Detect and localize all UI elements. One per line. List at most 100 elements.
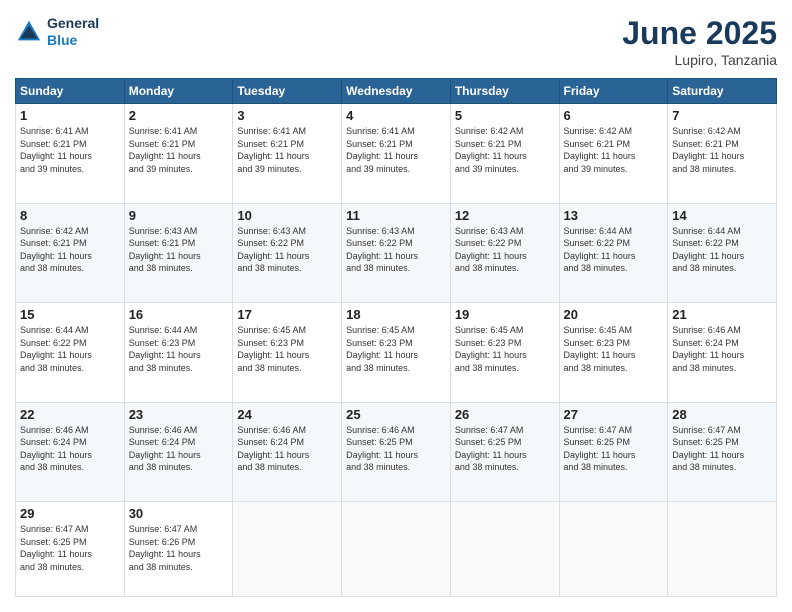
day-info: Sunrise: 6:42 AMSunset: 6:21 PMDaylight:… bbox=[20, 225, 120, 275]
table-row: 27 Sunrise: 6:47 AMSunset: 6:25 PMDaylig… bbox=[559, 402, 668, 502]
calendar-header-row: Sunday Monday Tuesday Wednesday Thursday… bbox=[16, 79, 777, 104]
table-row: 29 Sunrise: 6:47 AMSunset: 6:25 PMDaylig… bbox=[16, 502, 125, 597]
col-saturday: Saturday bbox=[668, 79, 777, 104]
day-number: 7 bbox=[672, 108, 772, 123]
table-row: 15 Sunrise: 6:44 AMSunset: 6:22 PMDaylig… bbox=[16, 303, 125, 403]
day-number: 21 bbox=[672, 307, 772, 322]
table-row bbox=[342, 502, 451, 597]
logo: General Blue bbox=[15, 15, 99, 49]
col-monday: Monday bbox=[124, 79, 233, 104]
day-info: Sunrise: 6:44 AMSunset: 6:22 PMDaylight:… bbox=[564, 225, 664, 275]
day-number: 15 bbox=[20, 307, 120, 322]
day-number: 16 bbox=[129, 307, 229, 322]
table-row: 11 Sunrise: 6:43 AMSunset: 6:22 PMDaylig… bbox=[342, 203, 451, 303]
day-info: Sunrise: 6:41 AMSunset: 6:21 PMDaylight:… bbox=[237, 125, 337, 175]
table-row: 16 Sunrise: 6:44 AMSunset: 6:23 PMDaylig… bbox=[124, 303, 233, 403]
table-row: 5 Sunrise: 6:42 AMSunset: 6:21 PMDayligh… bbox=[450, 104, 559, 204]
table-row: 18 Sunrise: 6:45 AMSunset: 6:23 PMDaylig… bbox=[342, 303, 451, 403]
day-number: 9 bbox=[129, 208, 229, 223]
day-number: 30 bbox=[129, 506, 229, 521]
day-info: Sunrise: 6:47 AMSunset: 6:25 PMDaylight:… bbox=[20, 523, 120, 573]
day-info: Sunrise: 6:47 AMSunset: 6:26 PMDaylight:… bbox=[129, 523, 229, 573]
day-info: Sunrise: 6:46 AMSunset: 6:24 PMDaylight:… bbox=[20, 424, 120, 474]
table-row: 13 Sunrise: 6:44 AMSunset: 6:22 PMDaylig… bbox=[559, 203, 668, 303]
table-row: 30 Sunrise: 6:47 AMSunset: 6:26 PMDaylig… bbox=[124, 502, 233, 597]
day-number: 8 bbox=[20, 208, 120, 223]
table-row: 7 Sunrise: 6:42 AMSunset: 6:21 PMDayligh… bbox=[668, 104, 777, 204]
day-number: 11 bbox=[346, 208, 446, 223]
table-row: 21 Sunrise: 6:46 AMSunset: 6:24 PMDaylig… bbox=[668, 303, 777, 403]
day-info: Sunrise: 6:46 AMSunset: 6:24 PMDaylight:… bbox=[129, 424, 229, 474]
day-number: 17 bbox=[237, 307, 337, 322]
col-wednesday: Wednesday bbox=[342, 79, 451, 104]
day-info: Sunrise: 6:44 AMSunset: 6:22 PMDaylight:… bbox=[672, 225, 772, 275]
table-row: 4 Sunrise: 6:41 AMSunset: 6:21 PMDayligh… bbox=[342, 104, 451, 204]
table-row: 10 Sunrise: 6:43 AMSunset: 6:22 PMDaylig… bbox=[233, 203, 342, 303]
day-info: Sunrise: 6:46 AMSunset: 6:25 PMDaylight:… bbox=[346, 424, 446, 474]
col-friday: Friday bbox=[559, 79, 668, 104]
table-row: 17 Sunrise: 6:45 AMSunset: 6:23 PMDaylig… bbox=[233, 303, 342, 403]
day-info: Sunrise: 6:42 AMSunset: 6:21 PMDaylight:… bbox=[455, 125, 555, 175]
day-number: 2 bbox=[129, 108, 229, 123]
col-tuesday: Tuesday bbox=[233, 79, 342, 104]
day-number: 3 bbox=[237, 108, 337, 123]
col-sunday: Sunday bbox=[16, 79, 125, 104]
day-info: Sunrise: 6:41 AMSunset: 6:21 PMDaylight:… bbox=[129, 125, 229, 175]
day-info: Sunrise: 6:46 AMSunset: 6:24 PMDaylight:… bbox=[672, 324, 772, 374]
day-number: 12 bbox=[455, 208, 555, 223]
day-number: 24 bbox=[237, 407, 337, 422]
table-row: 12 Sunrise: 6:43 AMSunset: 6:22 PMDaylig… bbox=[450, 203, 559, 303]
day-number: 29 bbox=[20, 506, 120, 521]
day-info: Sunrise: 6:41 AMSunset: 6:21 PMDaylight:… bbox=[346, 125, 446, 175]
day-info: Sunrise: 6:43 AMSunset: 6:22 PMDaylight:… bbox=[346, 225, 446, 275]
table-row: 1 Sunrise: 6:41 AMSunset: 6:21 PMDayligh… bbox=[16, 104, 125, 204]
title-area: June 2025 Lupiro, Tanzania bbox=[622, 15, 777, 68]
day-number: 5 bbox=[455, 108, 555, 123]
day-number: 4 bbox=[346, 108, 446, 123]
day-number: 1 bbox=[20, 108, 120, 123]
day-number: 14 bbox=[672, 208, 772, 223]
table-row: 28 Sunrise: 6:47 AMSunset: 6:25 PMDaylig… bbox=[668, 402, 777, 502]
table-row bbox=[668, 502, 777, 597]
logo-text: General Blue bbox=[47, 15, 99, 49]
table-row: 25 Sunrise: 6:46 AMSunset: 6:25 PMDaylig… bbox=[342, 402, 451, 502]
day-info: Sunrise: 6:45 AMSunset: 6:23 PMDaylight:… bbox=[346, 324, 446, 374]
table-row bbox=[450, 502, 559, 597]
day-number: 20 bbox=[564, 307, 664, 322]
table-row: 2 Sunrise: 6:41 AMSunset: 6:21 PMDayligh… bbox=[124, 104, 233, 204]
table-row: 26 Sunrise: 6:47 AMSunset: 6:25 PMDaylig… bbox=[450, 402, 559, 502]
day-number: 6 bbox=[564, 108, 664, 123]
day-number: 19 bbox=[455, 307, 555, 322]
table-row: 19 Sunrise: 6:45 AMSunset: 6:23 PMDaylig… bbox=[450, 303, 559, 403]
table-row bbox=[559, 502, 668, 597]
day-info: Sunrise: 6:45 AMSunset: 6:23 PMDaylight:… bbox=[455, 324, 555, 374]
day-number: 25 bbox=[346, 407, 446, 422]
table-row: 23 Sunrise: 6:46 AMSunset: 6:24 PMDaylig… bbox=[124, 402, 233, 502]
table-row: 9 Sunrise: 6:43 AMSunset: 6:21 PMDayligh… bbox=[124, 203, 233, 303]
table-row: 8 Sunrise: 6:42 AMSunset: 6:21 PMDayligh… bbox=[16, 203, 125, 303]
day-info: Sunrise: 6:45 AMSunset: 6:23 PMDaylight:… bbox=[564, 324, 664, 374]
header: General Blue June 2025 Lupiro, Tanzania bbox=[15, 15, 777, 68]
month-title: June 2025 bbox=[622, 15, 777, 52]
day-info: Sunrise: 6:47 AMSunset: 6:25 PMDaylight:… bbox=[672, 424, 772, 474]
day-number: 28 bbox=[672, 407, 772, 422]
day-info: Sunrise: 6:47 AMSunset: 6:25 PMDaylight:… bbox=[455, 424, 555, 474]
day-info: Sunrise: 6:41 AMSunset: 6:21 PMDaylight:… bbox=[20, 125, 120, 175]
col-thursday: Thursday bbox=[450, 79, 559, 104]
day-info: Sunrise: 6:47 AMSunset: 6:25 PMDaylight:… bbox=[564, 424, 664, 474]
day-info: Sunrise: 6:43 AMSunset: 6:22 PMDaylight:… bbox=[237, 225, 337, 275]
table-row bbox=[233, 502, 342, 597]
day-info: Sunrise: 6:44 AMSunset: 6:22 PMDaylight:… bbox=[20, 324, 120, 374]
table-row: 14 Sunrise: 6:44 AMSunset: 6:22 PMDaylig… bbox=[668, 203, 777, 303]
table-row: 22 Sunrise: 6:46 AMSunset: 6:24 PMDaylig… bbox=[16, 402, 125, 502]
day-info: Sunrise: 6:42 AMSunset: 6:21 PMDaylight:… bbox=[564, 125, 664, 175]
day-info: Sunrise: 6:43 AMSunset: 6:22 PMDaylight:… bbox=[455, 225, 555, 275]
logo-icon bbox=[15, 18, 43, 46]
day-info: Sunrise: 6:42 AMSunset: 6:21 PMDaylight:… bbox=[672, 125, 772, 175]
day-number: 13 bbox=[564, 208, 664, 223]
table-row: 6 Sunrise: 6:42 AMSunset: 6:21 PMDayligh… bbox=[559, 104, 668, 204]
day-number: 23 bbox=[129, 407, 229, 422]
day-info: Sunrise: 6:45 AMSunset: 6:23 PMDaylight:… bbox=[237, 324, 337, 374]
calendar-table: Sunday Monday Tuesday Wednesday Thursday… bbox=[15, 78, 777, 597]
day-number: 22 bbox=[20, 407, 120, 422]
